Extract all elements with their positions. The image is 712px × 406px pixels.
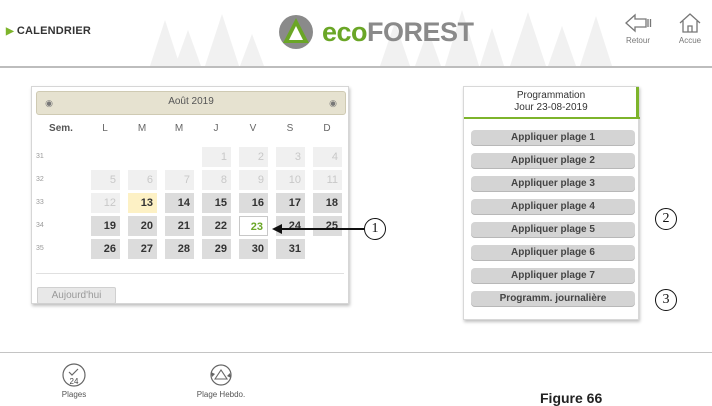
day-cell[interactable]: 4	[313, 147, 342, 167]
day-cell[interactable]: 10	[276, 170, 305, 190]
day-cell[interactable]: 29	[202, 239, 231, 259]
day-cell[interactable]: 1	[202, 147, 231, 167]
callout-2: 2	[655, 208, 677, 230]
app-header: ▶ CALENDRIER ecoFOREST Retour Accue	[0, 0, 712, 66]
section-title: ▶ CALENDRIER	[6, 25, 91, 37]
logo-text-eco: eco	[322, 16, 368, 47]
program-title-line1: Programmation	[516, 90, 586, 101]
back-arrow-icon	[625, 13, 652, 33]
callout-arrow	[272, 224, 364, 234]
day-cell[interactable]: 21	[165, 216, 194, 236]
plages-button[interactable]: 24 Plages	[44, 362, 104, 399]
apply-range-3-button[interactable]: Appliquer plage 3	[471, 176, 635, 192]
program-panel: Programmation Jour 23-08-2019 Appliquer …	[463, 86, 640, 320]
col-header-tue: M	[137, 123, 147, 134]
day-cell[interactable]: 2	[239, 147, 268, 167]
day-cell[interactable]: 5	[91, 170, 120, 190]
day-cell[interactable]: 31	[276, 239, 305, 259]
apply-range-6-button[interactable]: Appliquer plage 6	[471, 245, 635, 261]
logo-text-forest: FOREST	[367, 16, 474, 47]
next-month-button[interactable]: ◉	[325, 95, 341, 111]
col-header-sat: S	[286, 123, 294, 134]
day-cell[interactable]: 15	[202, 193, 231, 213]
day-cell[interactable]: 22	[202, 216, 231, 236]
day-cell[interactable]: 3	[276, 147, 305, 167]
day-cell[interactable]: 18	[313, 193, 342, 213]
callout-1: 1	[364, 218, 386, 240]
col-header-mon: L	[102, 123, 108, 134]
day-cell[interactable]: 17	[276, 193, 305, 213]
day-cell[interactable]: 16	[239, 193, 268, 213]
callout-3: 3	[655, 289, 677, 311]
header-divider	[0, 66, 712, 68]
daily-program-button[interactable]: Programm. journalière	[471, 291, 635, 307]
apply-range-4-button[interactable]: Appliquer plage 4	[471, 199, 635, 215]
home-button[interactable]: Accue	[666, 12, 712, 45]
col-header-sun: D	[323, 123, 331, 134]
calendar-month-title: Août 2019	[168, 96, 214, 107]
plages-label: Plages	[61, 390, 87, 399]
calendar-header: ◉ Août 2019 ◉	[36, 91, 346, 115]
day-cell[interactable]: 6	[128, 170, 157, 190]
day-cell[interactable]: 12	[91, 193, 120, 213]
day-cell-selected[interactable]: 23	[239, 216, 268, 236]
weekly-range-label: Plage Hebdo.	[196, 390, 246, 399]
today-button[interactable]: Aujourd'hui	[37, 287, 116, 304]
col-header-fri: V	[249, 123, 257, 134]
weekly-cycle-icon	[210, 364, 232, 386]
week-number: 35	[36, 245, 44, 252]
back-label: Retour	[625, 36, 650, 45]
play-arrow-icon: ▶	[6, 26, 14, 37]
day-cell[interactable]: 28	[165, 239, 194, 259]
program-title-line2: Jour 23-08-2019	[514, 102, 588, 113]
day-cell[interactable]: 26	[91, 239, 120, 259]
home-icon	[679, 13, 701, 33]
apply-range-5-button[interactable]: Appliquer plage 5	[471, 222, 635, 238]
day-cell[interactable]: 14	[165, 193, 194, 213]
ecoforest-logo: ecoFOREST	[276, 12, 474, 52]
day-cell[interactable]: 30	[239, 239, 268, 259]
clock-24-icon: 24	[62, 363, 86, 387]
calendar-divider	[36, 273, 344, 274]
day-cell-today[interactable]: 13	[128, 193, 157, 213]
section-title-text: CALENDRIER	[16, 25, 92, 37]
figure-caption: Figure 66	[540, 390, 603, 406]
day-cell[interactable]: 19	[91, 216, 120, 236]
footer-divider	[0, 352, 712, 353]
col-header-thu: J	[213, 123, 219, 134]
home-label: Accue	[678, 36, 702, 45]
apply-range-2-button[interactable]: Appliquer plage 2	[471, 153, 635, 169]
day-cell[interactable]: 20	[128, 216, 157, 236]
day-cell[interactable]: 11	[313, 170, 342, 190]
day-cell[interactable]: 8	[202, 170, 231, 190]
logo-mark-icon	[279, 15, 313, 49]
calendar-widget: ◉ Août 2019 ◉ Sem. L M M J V S D 31 32 3…	[31, 86, 349, 304]
week-number: 32	[36, 176, 44, 183]
clock-24-text: 24	[70, 377, 79, 386]
program-accent-line	[464, 117, 640, 119]
day-cell[interactable]: 9	[239, 170, 268, 190]
program-title: Programmation Jour 23-08-2019	[464, 87, 638, 117]
apply-range-1-button[interactable]: Appliquer plage 1	[471, 130, 635, 146]
week-number: 34	[36, 222, 44, 229]
day-cell[interactable]: 7	[165, 170, 194, 190]
program-accent-bar	[636, 87, 639, 119]
week-number: 31	[36, 153, 44, 160]
day-cell[interactable]: 27	[128, 239, 157, 259]
week-number: 33	[36, 199, 44, 206]
apply-range-7-button[interactable]: Appliquer plage 7	[471, 268, 635, 284]
col-header-week: Sem.	[49, 123, 73, 134]
back-button[interactable]: Retour	[614, 12, 662, 45]
col-header-wed: M	[174, 123, 184, 134]
weekly-range-button[interactable]: Plage Hebdo.	[191, 362, 251, 399]
